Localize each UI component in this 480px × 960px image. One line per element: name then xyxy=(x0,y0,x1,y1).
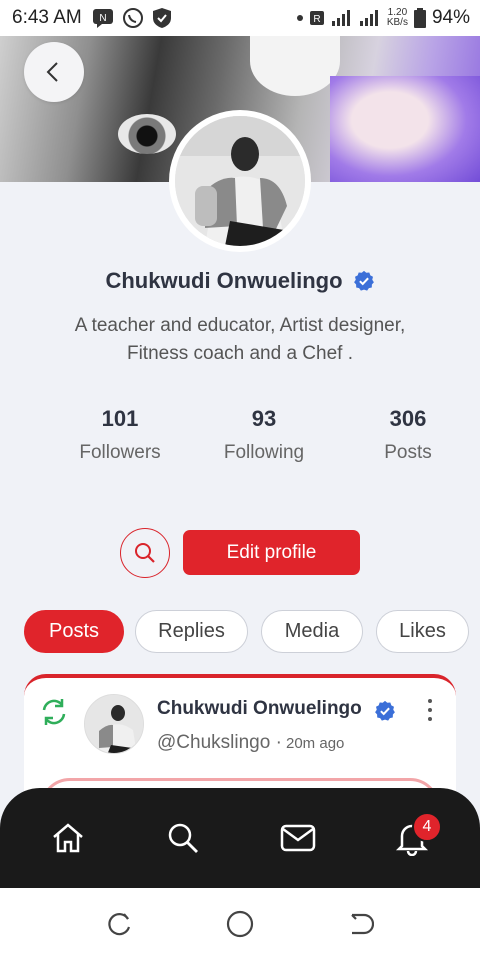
edit-profile-button[interactable]: Edit profile xyxy=(183,530,360,575)
post-author-name[interactable]: Chukwudi Onwuelingo xyxy=(157,698,362,720)
dot-icon xyxy=(296,15,303,21)
avatar-image xyxy=(175,116,305,246)
network-speed: 1.20 KB/s xyxy=(386,7,408,28)
nav-messages[interactable] xyxy=(278,818,318,858)
profile-bio: A teacher and educator, Artist designer,… xyxy=(74,315,406,364)
svg-text:R: R xyxy=(313,14,320,25)
followers-count: 101 xyxy=(101,406,139,431)
following-label: Following xyxy=(223,442,305,463)
post-more-options-icon[interactable] xyxy=(420,696,440,724)
status-bar: 6:43 AM N R 1.20 KB/s 94% xyxy=(0,0,480,36)
whatsapp-icon xyxy=(122,7,144,29)
tab-replies[interactable]: Replies xyxy=(135,610,248,653)
profile-name: Chukwudi Onwuelingo xyxy=(105,268,343,293)
profile-stats: 101 Followers 93 Following 306 Posts xyxy=(0,406,480,476)
posts-count: 306 xyxy=(389,406,427,431)
post-author-handle: @Chukslingo · xyxy=(157,732,282,753)
system-navigation-bar xyxy=(0,888,480,960)
mail-icon xyxy=(280,824,316,852)
battery-percent: 94% xyxy=(431,7,470,28)
home-button[interactable] xyxy=(224,908,256,940)
home-icon xyxy=(53,823,83,853)
posts-label: Posts xyxy=(384,442,432,463)
message-icon: N xyxy=(92,8,114,28)
verified-badge-icon xyxy=(375,700,395,721)
followers-stat[interactable]: 101 Followers xyxy=(60,406,180,464)
svg-text:N: N xyxy=(99,13,106,24)
verified-badge-icon xyxy=(353,270,374,291)
chevron-left-icon xyxy=(46,62,58,82)
notification-badge: 4 xyxy=(412,812,442,842)
following-count: 93 xyxy=(251,406,277,431)
status-time: 6:43 AM xyxy=(12,7,82,28)
nav-home[interactable] xyxy=(48,818,88,858)
profile-name-row: Chukwudi Onwuelingo xyxy=(0,268,480,294)
post-author-avatar[interactable] xyxy=(84,694,144,754)
following-stat[interactable]: 93 Following xyxy=(204,406,324,464)
battery-icon xyxy=(413,8,426,28)
search-icon xyxy=(135,543,155,563)
tab-media[interactable]: Media xyxy=(261,610,363,653)
profile-tabs: Posts Replies Media Likes xyxy=(0,610,480,654)
repost-icon[interactable] xyxy=(38,696,70,733)
posts-stat[interactable]: 306 Posts xyxy=(348,406,468,464)
tab-likes[interactable]: Likes xyxy=(376,610,469,653)
recent-apps-button[interactable] xyxy=(104,908,136,940)
profile-search-button[interactable] xyxy=(120,528,170,578)
back-system-button[interactable] xyxy=(344,908,376,940)
back-button[interactable] xyxy=(24,42,84,102)
bottom-navigation xyxy=(0,788,480,888)
back-arrow-icon xyxy=(351,913,374,935)
followers-label: Followers xyxy=(79,442,161,463)
search-icon xyxy=(168,823,198,853)
shield-icon xyxy=(152,7,172,29)
post-timestamp: 20m ago xyxy=(286,735,345,752)
home-circle-icon xyxy=(226,910,254,938)
tab-posts[interactable]: Posts xyxy=(24,610,124,653)
profile-avatar[interactable] xyxy=(169,110,311,252)
signal-icon xyxy=(331,9,353,27)
recent-apps-icon xyxy=(108,913,131,936)
signal-icon xyxy=(359,9,381,27)
nav-search[interactable] xyxy=(163,818,203,858)
roaming-icon: R xyxy=(309,10,325,26)
